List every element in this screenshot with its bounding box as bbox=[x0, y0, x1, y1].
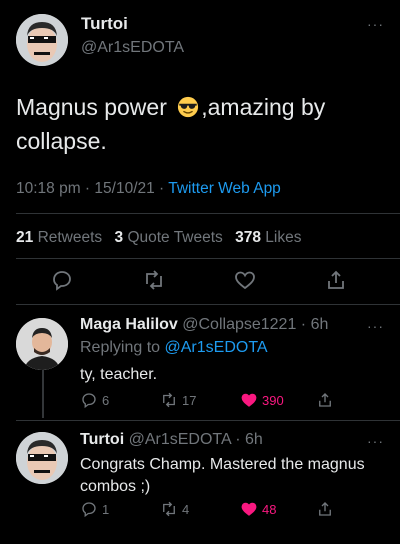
tweet-text-part1: Magnus power bbox=[16, 94, 174, 120]
reply-handle-time: @Collapse1221 · 6h bbox=[177, 316, 329, 333]
retweets-stat[interactable]: 21 Retweets bbox=[16, 229, 102, 246]
share-icon bbox=[319, 393, 331, 407]
like-icon bbox=[241, 502, 257, 516]
divider bbox=[16, 213, 400, 214]
reply-text: ty, teacher. bbox=[80, 366, 158, 383]
reply-reply-button[interactable]: 1 bbox=[80, 500, 109, 518]
reply-share-button[interactable] bbox=[316, 500, 338, 518]
share-icon bbox=[319, 502, 331, 516]
reply-avatar[interactable] bbox=[16, 432, 68, 484]
reply-retweet-button[interactable]: 17 bbox=[160, 391, 196, 409]
more-options-icon[interactable]: ··· bbox=[367, 16, 384, 32]
replying-to-handle[interactable]: @Ar1sEDOTA bbox=[165, 339, 268, 356]
reply-share-button[interactable] bbox=[316, 391, 338, 409]
tweet-text: Magnus power ,amazing by collapse. bbox=[16, 90, 376, 158]
reply-author[interactable]: Maga Halilov @Collapse1221 · 6h bbox=[80, 316, 328, 334]
tweet-time[interactable]: 10:18 pm · 15/10/21 · bbox=[16, 180, 168, 197]
reply-more-icon[interactable]: ··· bbox=[367, 433, 384, 449]
reply-avatar[interactable] bbox=[16, 318, 68, 370]
reply-icon bbox=[82, 502, 96, 518]
author-handle[interactable]: @Ar1sEDOTA bbox=[81, 39, 184, 57]
reply-like-button[interactable]: 48 bbox=[240, 500, 276, 518]
reply-more-icon[interactable]: ··· bbox=[367, 318, 384, 334]
retweet-icon bbox=[163, 501, 175, 517]
replying-to: Replying to @Ar1sEDOTA bbox=[80, 339, 268, 356]
author-name[interactable]: Turtoi bbox=[81, 14, 128, 34]
retweet-icon bbox=[163, 392, 175, 408]
reply-author[interactable]: Turtoi @Ar1sEDOTA · 6h bbox=[80, 431, 263, 449]
reply-reply-button[interactable]: 6 bbox=[80, 391, 109, 409]
retweet-icon[interactable] bbox=[142, 268, 166, 292]
tweet-meta: 10:18 pm · 15/10/21 · Twitter Web App bbox=[16, 180, 281, 198]
reply-action-bar: 6 17 390 bbox=[0, 391, 400, 415]
tweet-source[interactable]: Twitter Web App bbox=[168, 180, 281, 197]
quotes-stat[interactable]: 3 Quote Tweets bbox=[115, 229, 223, 246]
tweet-stats: 21 Retweets 3 Quote Tweets 378 Likes bbox=[16, 229, 301, 247]
reply-handle-time: @Ar1sEDOTA · 6h bbox=[124, 431, 263, 448]
share-icon[interactable] bbox=[324, 268, 348, 292]
like-icon[interactable] bbox=[233, 268, 257, 292]
likes-stat[interactable]: 378 Likes bbox=[235, 229, 301, 246]
divider bbox=[16, 258, 400, 259]
reply-icon[interactable] bbox=[50, 268, 74, 292]
like-icon bbox=[241, 393, 257, 407]
divider bbox=[16, 420, 400, 421]
reply-icon bbox=[82, 393, 96, 409]
reply-like-button[interactable]: 390 bbox=[240, 391, 284, 409]
reply-action-bar: 1 4 48 bbox=[0, 500, 400, 524]
reply-retweet-button[interactable]: 4 bbox=[160, 500, 189, 518]
divider bbox=[16, 304, 400, 305]
tweet-action-bar bbox=[0, 262, 400, 302]
reply-text: Congrats Champ. Mastered the magnus comb… bbox=[80, 456, 365, 495]
sunglasses-emoji-icon bbox=[178, 96, 199, 118]
author-avatar[interactable] bbox=[16, 14, 68, 66]
